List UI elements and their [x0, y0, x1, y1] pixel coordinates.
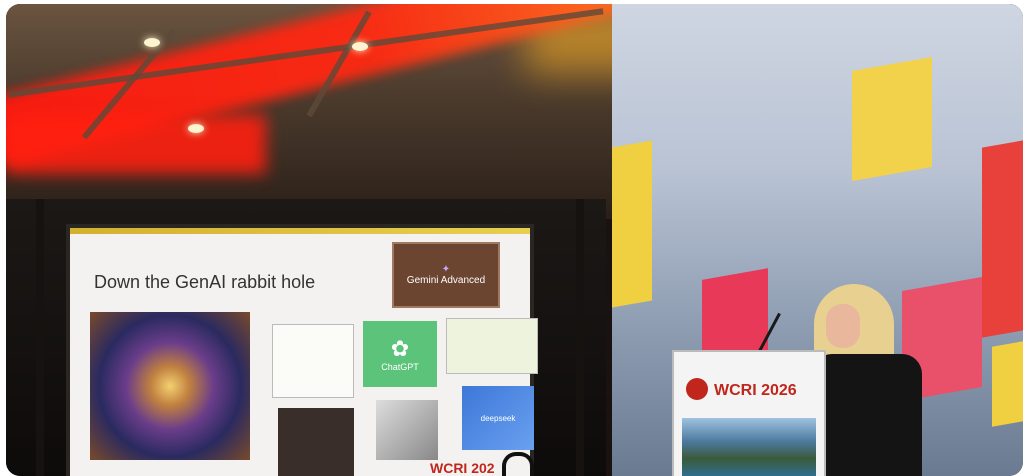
ceiling-light — [188, 124, 204, 133]
document-thumbnail — [272, 324, 354, 398]
chatgpt-label: ChatGPT — [381, 362, 419, 372]
robot-image — [376, 400, 438, 460]
gemini-card: ✦ Gemini Advanced — [392, 242, 500, 308]
sparkle-icon: ✦ — [441, 264, 451, 275]
mountains-image — [682, 418, 816, 476]
speaker — [812, 354, 922, 476]
deepseek-label: deepseek — [480, 413, 516, 423]
slide-accent-line — [70, 228, 530, 234]
podium-event-title: WCRI 2026 — [714, 382, 797, 399]
red-light-left — [6, 114, 266, 174]
deepseek-card: deepseek — [462, 386, 534, 450]
slide-title: Down the GenAI rabbit hole — [94, 272, 316, 292]
maple-leaf-icon — [686, 378, 708, 400]
color-panel — [982, 140, 1023, 338]
gemini-label: Gemini Advanced — [406, 275, 486, 286]
document-thumbnail — [446, 318, 538, 374]
rabbit-hole-illustration — [90, 312, 250, 460]
photo-frame: Down the GenAI rabbit hole ✦ Gemini Adva… — [6, 4, 1023, 476]
presentation-screen: Down the GenAI rabbit hole ✦ Gemini Adva… — [70, 228, 538, 476]
event-sign: WCRI 202 — [430, 460, 495, 476]
ceiling-light — [352, 42, 368, 51]
curtain — [36, 199, 44, 476]
podium: WCRI 2026 — [672, 350, 826, 476]
speaker-face — [826, 304, 860, 348]
color-panel — [852, 56, 932, 182]
ceiling-light — [144, 38, 160, 47]
document-thumbnail — [278, 408, 354, 476]
curtain — [576, 199, 584, 476]
chatgpt-logo-icon: ✿ — [390, 336, 410, 361]
color-panel — [992, 341, 1023, 427]
microphone — [502, 452, 534, 476]
chatgpt-card: ✿ ChatGPT — [363, 321, 437, 387]
color-panel — [612, 140, 652, 308]
